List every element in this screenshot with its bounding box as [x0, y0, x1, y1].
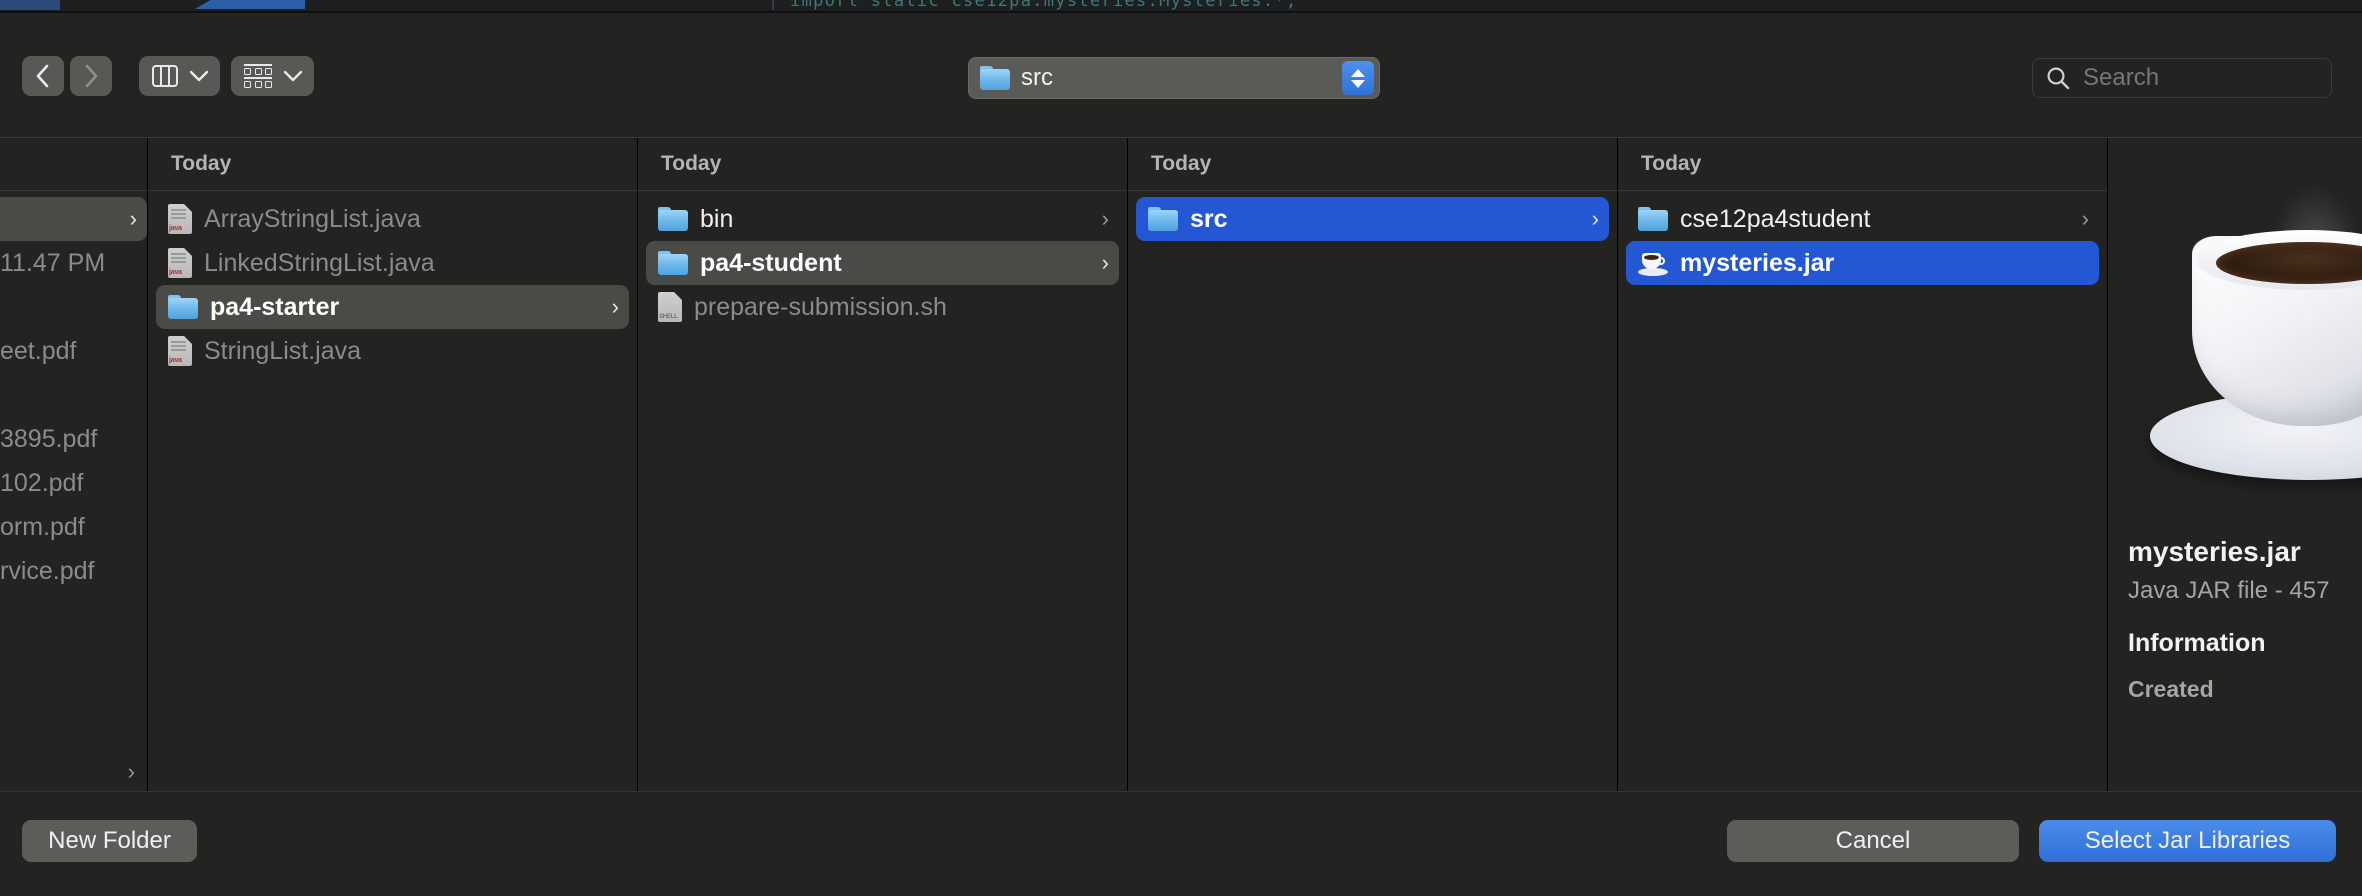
list-item[interactable]: 3895.pdf	[0, 417, 147, 461]
list-item-label: StringList.java	[204, 336, 362, 365]
chevron-right-icon: ›	[129, 206, 137, 231]
column-body: src ›	[1128, 191, 1617, 791]
list-item-label: cse12pa4student	[1680, 204, 1871, 233]
list-item[interactable]: ›	[0, 197, 147, 241]
search-input[interactable]: Search	[2032, 58, 2332, 98]
list-item-file[interactable]: java ArrayStringList.java	[156, 197, 629, 241]
view-mode-buttons	[139, 56, 314, 96]
column-body: cse12pa4student › mysteries.jar	[1618, 191, 2107, 791]
column-body: bin › pa4-student › SHELL prepare-submis…	[638, 191, 1127, 791]
path-stepper-icon[interactable]	[1342, 61, 1374, 95]
list-item-label: pa4-starter	[210, 292, 340, 321]
column-view-button[interactable]	[139, 56, 220, 96]
chevron-right-icon: ›	[2081, 206, 2089, 231]
browser-column-clipped: › 11.47 PM eet.pdf 3895.pdf 102.pdf orm.…	[0, 138, 148, 791]
background-gutter-marker: |	[768, 0, 779, 11]
dialog-toolbar: src Search	[0, 13, 2362, 137]
background-window-chrome	[0, 0, 60, 10]
list-item-folder-pa4-student[interactable]: pa4-student ›	[646, 241, 1119, 285]
list-item-folder-src[interactable]: src ›	[1136, 197, 1609, 241]
coffee-cup-preview-icon	[2150, 184, 2362, 490]
chevron-right-icon: ›	[1591, 206, 1599, 231]
list-item-file[interactable]: java LinkedStringList.java	[156, 241, 629, 285]
back-button[interactable]	[22, 56, 64, 96]
preview-metadata: mysteries.jar Java JAR file - 457 Inform…	[2128, 536, 2362, 703]
list-item[interactable]: rvice.pdf	[0, 549, 147, 593]
list-item-label: LinkedStringList.java	[204, 248, 435, 277]
list-item[interactable]: 102.pdf	[0, 461, 147, 505]
list-item-folder-pa4-starter[interactable]: pa4-starter ›	[156, 285, 629, 329]
list-item-label: src	[1190, 204, 1228, 233]
column-header: Today	[638, 138, 1127, 191]
shell-script-icon: SHELL	[658, 292, 682, 322]
search-icon	[2047, 67, 2070, 90]
folder-icon	[658, 251, 688, 275]
chevron-right-icon: ›	[127, 759, 135, 784]
chevron-down-icon	[283, 70, 303, 81]
preview-file-name: mysteries.jar	[2128, 536, 2301, 567]
java-file-icon: java	[168, 204, 192, 234]
list-item[interactable]: eet.pdf	[0, 329, 147, 373]
list-item-folder-bin[interactable]: bin ›	[646, 197, 1119, 241]
column-header: Today	[1128, 138, 1617, 191]
chevron-right-icon: ›	[1101, 206, 1109, 231]
list-item[interactable]: 11.47 PM	[0, 241, 147, 285]
folder-icon	[1638, 207, 1668, 231]
back-arrow-icon	[36, 64, 49, 88]
list-item-label: ArrayStringList.java	[204, 204, 421, 233]
background-code-line: import static cse12pa.mysteries.Mysterie…	[790, 0, 1298, 11]
path-popup-label: src	[1021, 64, 1053, 91]
preview-file-kind-size: Java JAR file - 457	[2128, 577, 2330, 604]
path-popup-button[interactable]: src	[968, 57, 1380, 99]
chevron-right-icon: ›	[1101, 250, 1109, 275]
column-body: › 11.47 PM eet.pdf 3895.pdf 102.pdf orm.…	[0, 191, 147, 791]
list-item-label: bin	[700, 204, 734, 233]
preview-pane: mysteries.jar Java JAR file - 457 Inform…	[2108, 138, 2362, 791]
browser-column-1: Today java ArrayStringList.java java Lin…	[148, 138, 638, 791]
folder-icon	[658, 207, 688, 231]
list-item-file[interactable]: SHELL prepare-submission.sh	[646, 285, 1119, 329]
background-editor-tab	[195, 0, 305, 9]
column-header: Today	[148, 138, 637, 191]
gallery-view-icon	[244, 64, 272, 88]
dialog-footer: New Folder Cancel Select Jar Libraries	[0, 791, 2362, 896]
group-view-button[interactable]	[231, 56, 314, 96]
list-item-label: pa4-student	[700, 248, 842, 277]
browser-column-2: Today bin › pa4-student › SHELL prepare-…	[638, 138, 1128, 791]
forward-arrow-icon	[85, 64, 98, 88]
coffee-cup-icon	[1638, 250, 1668, 276]
folder-icon	[980, 66, 1010, 90]
list-item[interactable]: orm.pdf	[0, 505, 147, 549]
list-item-file-mysteries-jar[interactable]: mysteries.jar	[1626, 241, 2099, 285]
folder-icon	[168, 295, 198, 319]
java-file-icon: java	[168, 336, 192, 366]
java-file-icon: java	[168, 248, 192, 278]
browser-column-3: Today src ›	[1128, 138, 1618, 791]
column-view-icon	[152, 65, 178, 87]
cancel-button[interactable]: Cancel	[1727, 820, 2019, 862]
preview-field-created: Created	[2128, 676, 2214, 702]
column-browser: › 11.47 PM eet.pdf 3895.pdf 102.pdf orm.…	[0, 137, 2362, 791]
chevron-down-icon	[189, 70, 209, 81]
file-picker-dialog: src Search › 11.47 PM eet.pdf 3895.pdf 1…	[0, 13, 2362, 896]
select-jar-libraries-button[interactable]: Select Jar Libraries	[2039, 820, 2336, 862]
list-item-folder-cse12pa4student[interactable]: cse12pa4student ›	[1626, 197, 2099, 241]
list-item-label: mysteries.jar	[1680, 248, 1835, 277]
folder-icon	[1148, 207, 1178, 231]
list-item-label: prepare-submission.sh	[694, 292, 947, 321]
column-body: java ArrayStringList.java java LinkedStr…	[148, 191, 637, 791]
list-item-file[interactable]: java StringList.java	[156, 329, 629, 373]
column-header	[0, 138, 147, 191]
chevron-right-icon: ›	[611, 294, 619, 319]
preview-section-heading: Information	[2128, 629, 2266, 657]
browser-column-4: Today cse12pa4student › mysteries.jar	[1618, 138, 2108, 791]
forward-button[interactable]	[70, 56, 112, 96]
new-folder-button[interactable]: New Folder	[22, 820, 197, 862]
search-placeholder: Search	[2083, 64, 2160, 91]
column-header: Today	[1618, 138, 2107, 191]
navigation-buttons	[22, 56, 112, 96]
